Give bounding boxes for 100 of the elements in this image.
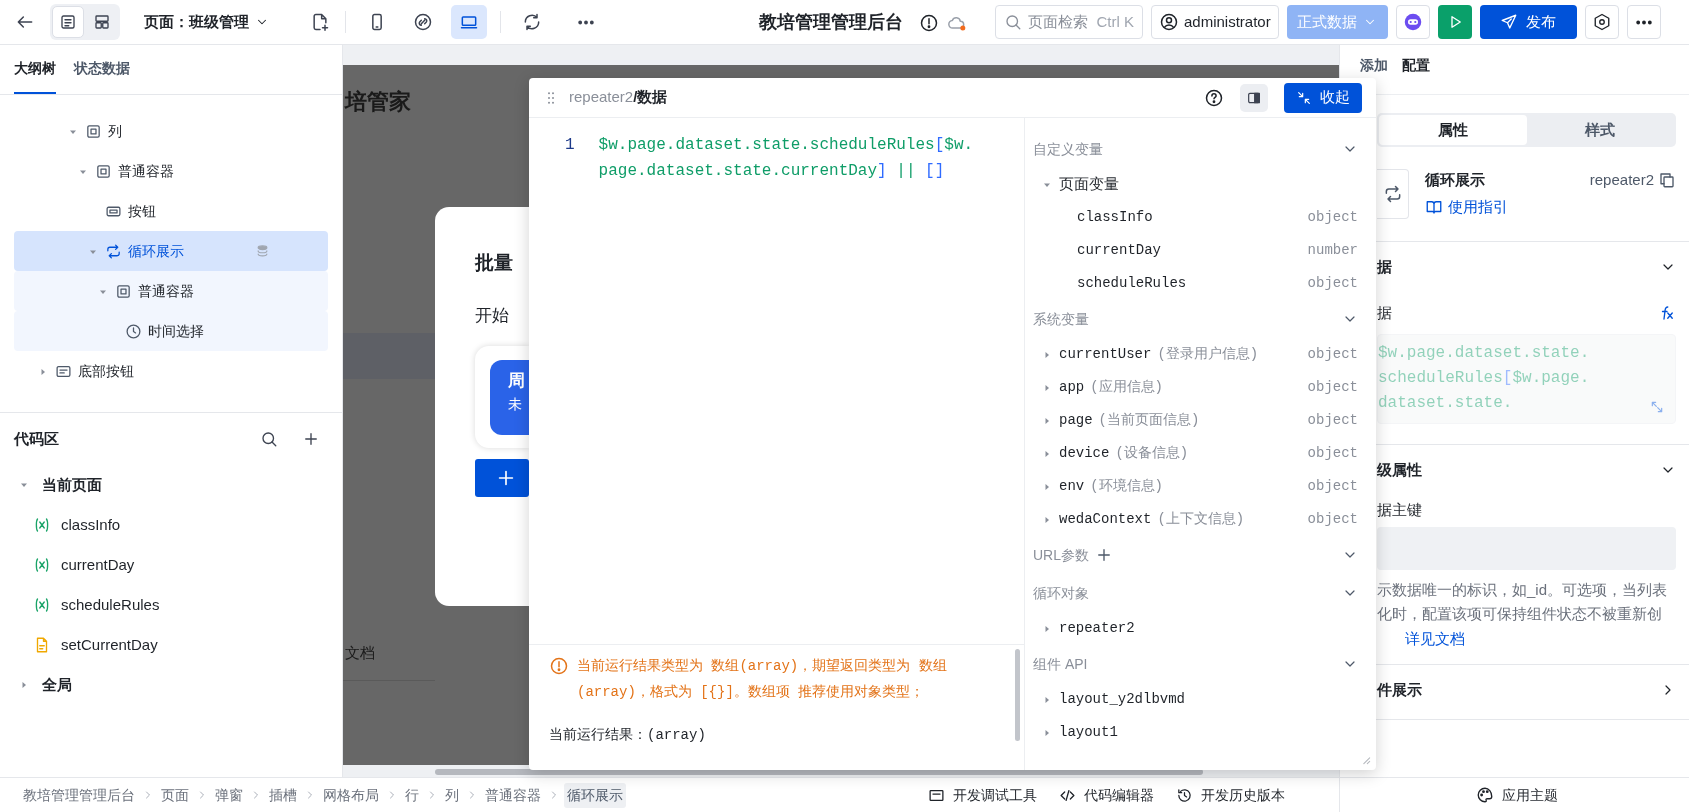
segment-tab[interactable]: 属性 [1379,115,1527,145]
tree-item[interactable]: 普通容器 [14,151,328,191]
variable-name[interactable]: repeater2 [1059,618,1135,639]
docs-link[interactable]: 详见文档 [1405,630,1465,647]
page-selector[interactable]: 页面：班级管理 [138,9,275,35]
section-title: 级属性 [1377,459,1422,480]
breadcrumb-item[interactable]: 网格布局 [320,782,382,808]
variable-name[interactable]: 页面变量 [1059,173,1119,196]
result-text: 当前运行结果：(array) [549,726,707,745]
copy-icon[interactable] [1658,171,1676,190]
variable-name[interactable]: wedaContext [1059,509,1152,530]
popup-title: /数据 [633,87,668,108]
variable-name[interactable]: layout1 [1059,722,1118,743]
variable-type: object [1307,510,1358,529]
breadcrumb-item[interactable]: 行 [402,782,422,808]
breadcrumb-item[interactable]: 循环展示 [564,782,626,808]
section-title: 代码区 [14,428,60,449]
refresh-icon [522,12,542,32]
field-label: 开始 [475,305,509,327]
collapse-button[interactable]: 收起 [1284,82,1362,113]
variable-name[interactable]: app [1059,377,1085,398]
variable-note: (环境信息) [1090,477,1164,496]
user-button[interactable]: administrator [1151,5,1279,39]
tree-item[interactable]: 底部按钮 [14,351,328,391]
panel-tab[interactable]: 状态数据 [74,45,130,94]
variable-note: (应用信息) [1090,378,1164,397]
variable-note: (上下文信息) [1157,510,1245,529]
code-item[interactable]: setCurrentDay [0,625,342,665]
plus-icon[interactable] [1095,546,1113,564]
variable-name[interactable]: layout_y2dlbvmd [1059,689,1186,710]
code-item[interactable]: scheduleRules [0,585,342,625]
tree-item[interactable]: 普通容器 [14,271,328,311]
variable-name[interactable]: scheduleRules [1077,273,1187,294]
settings-button[interactable] [1584,5,1619,39]
panel-tab[interactable]: 添加 [1360,45,1388,77]
input-field[interactable] [1377,527,1676,570]
variable-name[interactable]: page [1059,410,1093,431]
segment-tab[interactable]: 样式 [1526,115,1674,145]
breadcrumb-item[interactable]: 插槽 [266,782,300,808]
search-placeholder: 页面检索 [1028,11,1088,32]
breadcrumb-item[interactable]: 弹窗 [212,782,246,808]
warning-icon [549,656,569,676]
breadcrumb-item[interactable]: 普通容器 [482,782,544,808]
section-title: 系统变量 [1033,309,1089,329]
search-icon [260,430,278,448]
add-button[interactable] [475,459,529,497]
device-button[interactable] [451,5,487,39]
tree-item[interactable]: 时间选择 [14,311,328,351]
variable-name[interactable]: classInfo [1077,207,1153,228]
help-text: 化时，配置该项可保持组件状态不被重新创 [1377,604,1663,624]
help-text: 示数据唯一的标识，如_id。可选项，当列表 [1377,580,1669,600]
run-button[interactable] [1437,5,1472,39]
menu-text: 文档 [345,643,375,663]
view-mode-button[interactable] [52,6,84,38]
warning-text: 当前运行结果类型为 数组(array)，期望返回类型为 数组(array)，格式为 [{}]。数组项 推荐使用对象类型； [577,657,948,702]
panel-tab[interactable]: 大纲树 [14,45,56,94]
container-icon [85,122,102,140]
more-button[interactable] [1626,5,1661,39]
section-title: URL参数 [1033,545,1089,565]
tool-button[interactable]: 开发调试工具 [928,784,1037,806]
panel-toggle-button[interactable] [1240,83,1268,112]
code-group[interactable]: 当前页面 [0,465,342,505]
document-icon [59,13,77,31]
tool-button[interactable]: 开发历史版本 [1176,784,1285,806]
section-title: 自定义变量 [1033,139,1103,159]
breadcrumb-item[interactable]: 列 [442,782,462,808]
tree-item[interactable]: 循环展示 [14,231,328,271]
variable-type: object [1307,345,1358,364]
breadcrumb-item[interactable]: 页面 [158,782,192,808]
tree-item[interactable]: 按钮 [14,191,328,231]
panel-tab[interactable]: 配置 [1402,45,1430,77]
guide-link[interactable]: 使用指引 [1425,195,1508,218]
variable-name[interactable]: env [1059,476,1085,497]
variable-note: (登录用户信息) [1157,345,1259,364]
assistant-button[interactable] [1395,5,1430,39]
tree-item[interactable]: 列 [14,111,328,151]
publish-button[interactable]: 发布 [1479,5,1577,39]
link-icon [413,12,433,32]
breadcrumb-item[interactable]: 教培管理管理后台 [20,782,138,808]
component-id: repeater2 [1589,170,1654,190]
container-icon [115,282,132,300]
variable-name[interactable]: device [1059,443,1110,464]
section-title: 循环对象 [1033,583,1089,603]
variable-note: (当前页面信息) [1098,411,1200,430]
code-group[interactable]: 全局 [0,665,342,705]
help-icon[interactable] [1204,87,1224,108]
breadcrumb-path: repeater2 [569,87,634,108]
variable-note: (设备信息) [1115,444,1189,463]
theme-button[interactable]: 应用主题 [1476,784,1558,806]
send-icon [1500,13,1519,31]
more-icon [576,19,596,25]
variable-type: object [1307,477,1358,496]
history-icon [1176,786,1193,804]
code-item[interactable]: classInfo [0,505,342,545]
code-line[interactable]: $w.page.dataset.state.scheduleRules[$w.page.dataset.state.currentDay] || [] [598,132,978,644]
variable-name[interactable]: currentDay [1077,240,1161,261]
variable-name[interactable]: currentUser [1059,344,1152,365]
code-item[interactable]: currentDay [0,545,342,585]
tool-button[interactable]: 代码编辑器 [1059,784,1154,806]
day-tile[interactable]: 周 未 [490,360,529,435]
